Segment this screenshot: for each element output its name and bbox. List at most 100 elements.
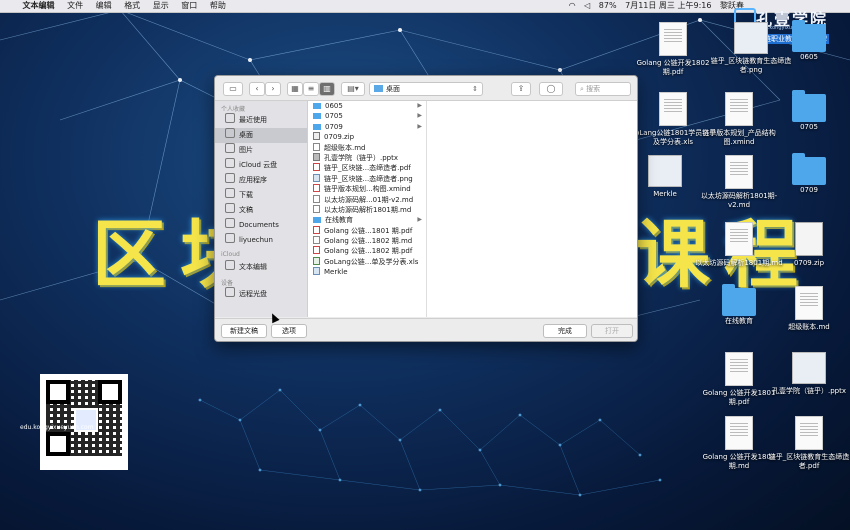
pdf-file-icon xyxy=(313,246,320,255)
pictures-icon xyxy=(225,143,235,153)
sidebar-toggle-button[interactable]: ▭ xyxy=(223,82,243,96)
search-placeholder: 搜索 xyxy=(586,85,601,93)
tag-button[interactable]: ◯ xyxy=(539,82,563,96)
menu-app-name[interactable]: 文本编辑 xyxy=(23,0,55,12)
file-row[interactable]: Golang 公链...1802 期.md xyxy=(308,236,426,246)
sidebar-item-icloud-drive[interactable]: iCloud 云盘 xyxy=(215,158,307,173)
menu-extras: ◠ ◁ 87% 7月11日 周三 上午9:16 黎跃春 xyxy=(569,0,750,12)
pdf-file-icon xyxy=(725,352,753,386)
sidebar-item-label: iCloud 云盘 xyxy=(239,161,278,169)
applications-icon xyxy=(225,173,235,183)
dialog-toolbar: ▭ ‹ › ▦ ≡ ▥ ▤▾ 桌面 ⇕ ⇪ ◯ ⌕ 搜索 xyxy=(215,76,637,101)
desktop-icon-item[interactable]: 0709.zip xyxy=(764,222,850,268)
back-button[interactable]: ‹ xyxy=(249,82,265,96)
sidebar-item-home[interactable]: liyuechun xyxy=(215,233,307,248)
folder-icon xyxy=(792,153,826,185)
clock[interactable]: 7月11日 周三 上午9:16 xyxy=(625,0,711,12)
xmind-file-icon xyxy=(313,184,320,193)
icon-view-button[interactable]: ▦ xyxy=(287,82,303,96)
forward-button[interactable]: › xyxy=(265,82,281,96)
desktop-icon-label: 孔壹学院（链乎）.pptx xyxy=(772,387,846,395)
column-view-button[interactable]: ▥ xyxy=(319,82,335,96)
sidebar-item-label: Documents xyxy=(239,221,279,229)
sidebar-item-downloads[interactable]: 下载 xyxy=(215,188,307,203)
location-popup[interactable]: 桌面 ⇕ xyxy=(369,82,483,96)
markdown-file-icon xyxy=(313,236,320,245)
wifi-icon[interactable]: ◠ xyxy=(569,0,576,12)
sidebar-item-pictures[interactable]: 图片 xyxy=(215,143,307,158)
sidebar-item-remote-disc[interactable]: 远程光盘 xyxy=(215,287,307,302)
open-button[interactable]: 打开 xyxy=(591,324,633,338)
sidebar-item-documents-cn[interactable]: 文稿 xyxy=(215,203,307,218)
menu-edit[interactable]: 编辑 xyxy=(96,0,112,12)
file-name: 0709 xyxy=(325,122,343,131)
list-view-button[interactable]: ≡ xyxy=(303,82,319,96)
sidebar-item-documents[interactable]: Documents xyxy=(215,218,307,233)
file-row[interactable]: 0709 ▶ xyxy=(308,122,426,132)
desktop-icon-item[interactable]: 0705 xyxy=(764,90,850,132)
share-button[interactable]: ⇪ xyxy=(511,82,531,96)
updown-chevron-icon: ⇕ xyxy=(472,85,478,93)
folder-icon xyxy=(792,20,826,52)
desktop-icon-item[interactable]: 孔壹学院（链乎）.pptx xyxy=(764,352,850,396)
file-name: 0709.zip xyxy=(324,133,355,142)
file-name: 链乎版本规划...构图.xmind xyxy=(324,185,411,194)
new-document-button[interactable]: 新建文稿 xyxy=(221,324,267,338)
folder-icon xyxy=(225,218,235,228)
file-row[interactable]: 以太坊源码解...01期-v2.md xyxy=(308,194,426,205)
file-row[interactable]: 超级账本.md xyxy=(308,142,426,153)
file-row[interactable]: 链乎版本规划...构图.xmind xyxy=(308,184,426,194)
desktop-icon xyxy=(225,128,235,138)
file-row[interactable]: 0605 ▶ xyxy=(308,101,426,111)
sidebar-item-applications[interactable]: 应用程序 xyxy=(215,173,307,188)
sidebar-item-label: 文稿 xyxy=(239,206,253,214)
file-row[interactable]: 链乎_区块链...态缔造者.png xyxy=(308,173,426,184)
sidebar-item-textedit[interactable]: 文本编辑 xyxy=(215,260,307,275)
menu-help[interactable]: 帮助 xyxy=(210,0,226,12)
search-icon: ⌕ xyxy=(580,85,584,93)
desktop-icon-item[interactable]: 0709 xyxy=(764,153,850,195)
file-row[interactable]: Golang 公链...1801 期.pdf xyxy=(308,225,426,236)
desktop-icon-item[interactable]: 0605 xyxy=(764,20,850,62)
file-row[interactable]: Golang 公链...1802 期.pdf xyxy=(308,246,426,256)
presentation-file-icon xyxy=(313,152,320,161)
search-field[interactable]: ⌕ 搜索 xyxy=(575,82,631,96)
zip-file-icon xyxy=(313,132,320,141)
file-row[interactable]: 链乎_区块链...态缔造者.pdf xyxy=(308,163,426,173)
options-button[interactable]: 选项 xyxy=(271,324,307,338)
battery-percent[interactable]: 87% xyxy=(599,0,617,12)
file-row[interactable]: 0709.zip xyxy=(308,132,426,142)
pdf-file-icon xyxy=(659,22,687,56)
file-name: 孔壹学院（链乎）.pptx xyxy=(324,153,398,162)
sidebar-item-desktop[interactable]: 桌面 xyxy=(215,128,307,143)
file-row[interactable]: 孔壹学院（链乎）.pptx xyxy=(308,152,426,163)
menu-format[interactable]: 格式 xyxy=(124,0,140,12)
file-row[interactable]: 以太坊源码解析1801期.md xyxy=(308,204,426,215)
sidebar-item-label: liyuechun xyxy=(239,236,273,244)
desktop-icon-label: 超级账本.md xyxy=(788,323,830,331)
file-row[interactable]: 在线教育 ▶ xyxy=(308,215,426,225)
volume-icon[interactable]: ◁ xyxy=(584,0,590,12)
qr-url-text: edu.kongyixueyuan.com xyxy=(20,424,94,431)
desktop-icon-item[interactable]: 链乎_区块链教育生态缔造者.pdf xyxy=(764,416,850,471)
desktop-icon-item[interactable]: 超级账本.md xyxy=(764,286,850,332)
xmind-file-icon xyxy=(725,92,753,126)
file-row[interactable]: GoLang公链...单及学分表.xls xyxy=(308,256,426,267)
dialog-sidebar: 个人收藏 最近使用 桌面 图片 iCloud 云盘 应用程序 下载 文稿 Doc… xyxy=(215,101,308,317)
sidebar-item-recents[interactable]: 最近使用 xyxy=(215,113,307,128)
menu-view[interactable]: 显示 xyxy=(153,0,169,12)
spreadsheet-file-icon xyxy=(313,256,320,265)
arrange-button[interactable]: ▤▾ xyxy=(341,82,365,96)
done-button[interactable]: 完成 xyxy=(543,324,587,338)
desktop-icon-item[interactable]: Golang 公链开发1802 期.pdf xyxy=(628,22,718,77)
file-name: GoLang公链...单及学分表.xls xyxy=(324,257,419,266)
markdown-file-icon xyxy=(313,204,320,213)
folder-icon xyxy=(374,85,383,92)
markdown-file-icon xyxy=(725,222,753,256)
sidebar-header-devices: 设备 xyxy=(221,280,234,287)
menu-file[interactable]: 文件 xyxy=(67,0,83,12)
file-name: Golang 公链...1802 期.md xyxy=(324,237,413,246)
file-row[interactable]: Merkle xyxy=(308,267,426,277)
file-row[interactable]: 0705 ▶ xyxy=(308,111,426,121)
menu-window[interactable]: 窗口 xyxy=(181,0,197,12)
